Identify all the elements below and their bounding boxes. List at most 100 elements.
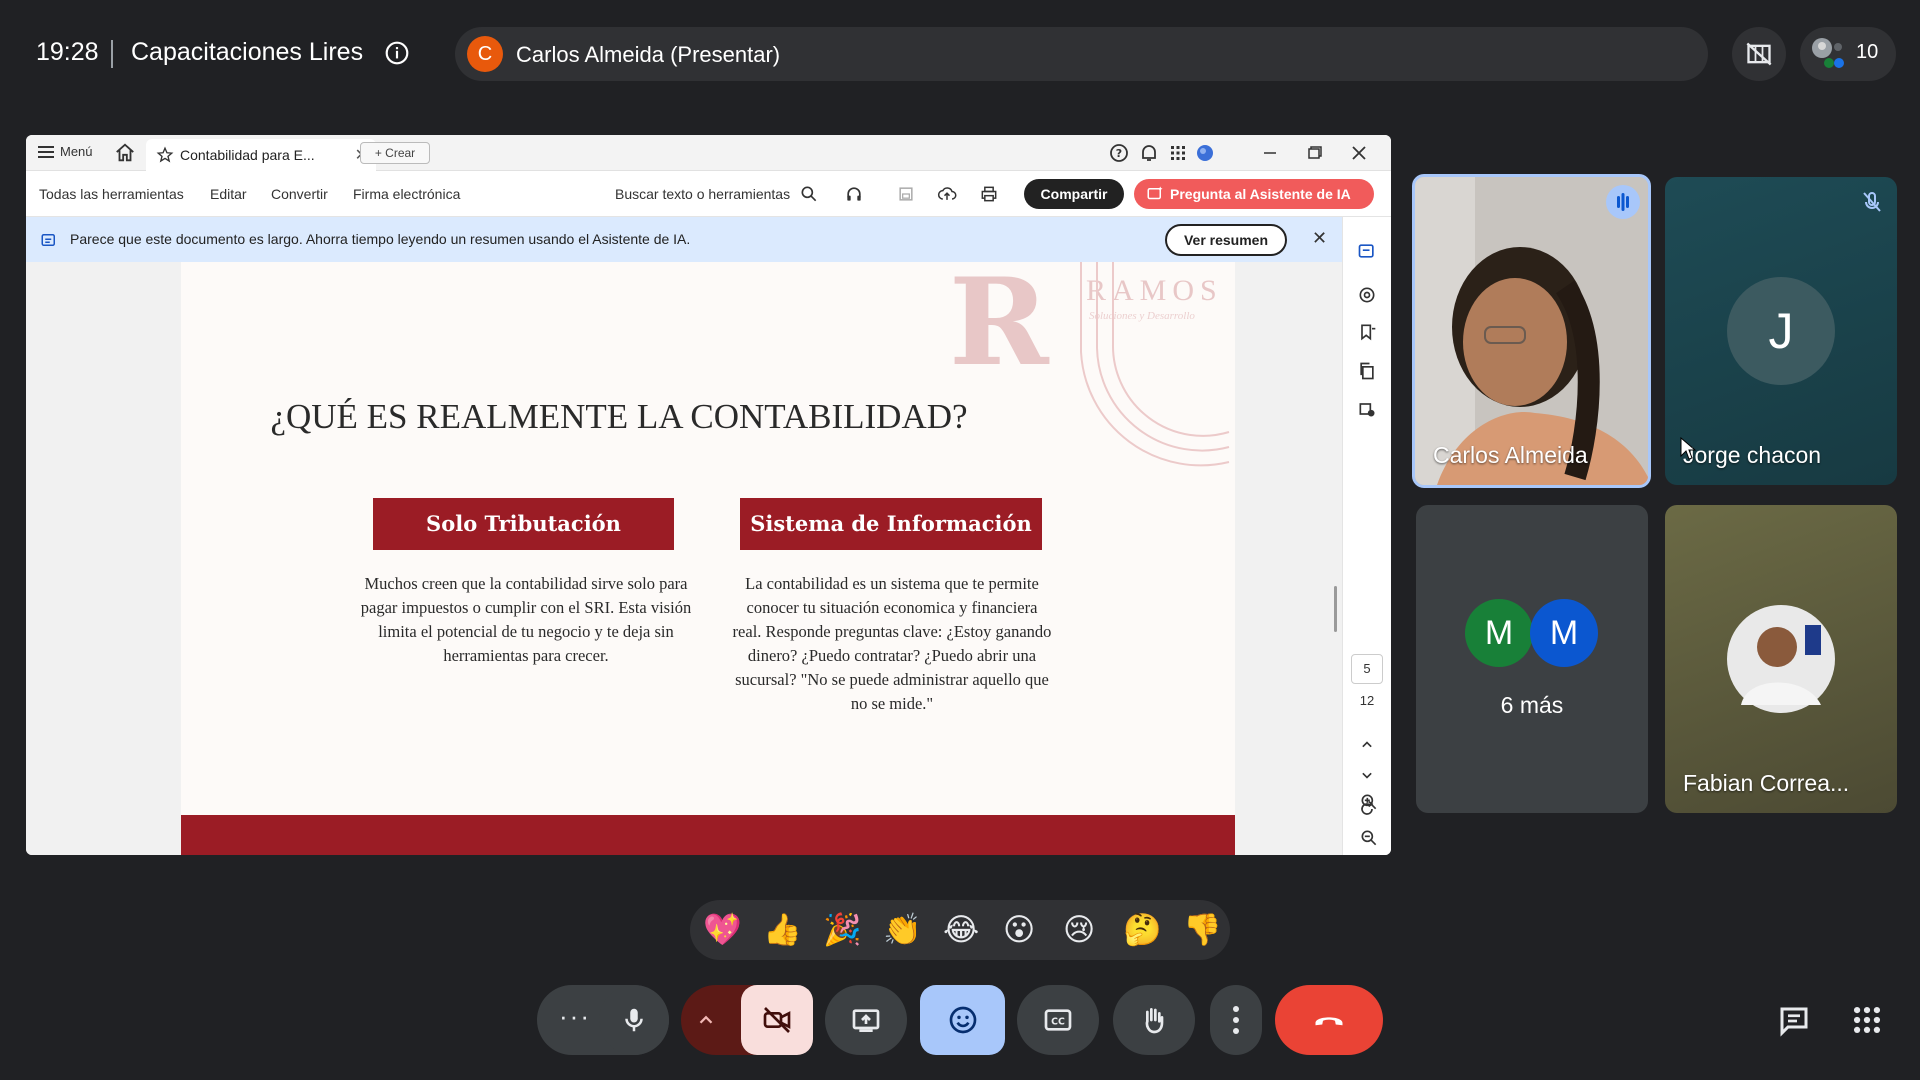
reaction-party[interactable]: 🎉 (823, 912, 862, 948)
camera-layout-button[interactable] (1732, 27, 1786, 81)
avatar: M (1465, 599, 1533, 667)
divider (111, 40, 113, 68)
menu-button[interactable]: Menú (38, 144, 93, 159)
info-icon[interactable] (384, 40, 410, 66)
participant-tile-fabian[interactable]: Fabian Correa... (1665, 505, 1897, 813)
create-button[interactable]: + Crear (360, 142, 430, 164)
summary-icon (41, 234, 55, 246)
decorative-arcs (1080, 262, 1230, 467)
zoom-in-icon[interactable] (1359, 792, 1379, 812)
chat-icon[interactable] (1776, 1003, 1812, 1039)
chevron-up-icon[interactable] (1357, 735, 1377, 755)
present-screen-button[interactable] (825, 985, 907, 1055)
right-heading: Sistema de Información (740, 498, 1042, 550)
menu-convert[interactable]: Convertir (271, 186, 328, 202)
comment-icon[interactable] (1357, 285, 1377, 305)
headphones-icon[interactable] (844, 184, 864, 204)
view-summary-button[interactable]: Ver resumen (1165, 224, 1287, 256)
captions-button[interactable]: CC (1017, 985, 1099, 1055)
reactions-button[interactable] (920, 985, 1005, 1055)
participant-name: Carlos Almeida (1433, 442, 1588, 468)
mic-icon (625, 1008, 643, 1032)
minimize-icon[interactable] (1258, 141, 1282, 165)
left-heading: Solo Tributación (373, 498, 674, 550)
ai-assistant-label: Pregunta al Asistente de IA (1170, 186, 1351, 202)
ai-assistant-button[interactable]: Pregunta al Asistente de IA (1134, 179, 1374, 209)
camera-off-icon (763, 1007, 791, 1033)
more-participants-tile[interactable]: M M 6 más (1416, 505, 1648, 813)
home-icon[interactable] (114, 142, 136, 164)
total-pages: 12 (1359, 693, 1375, 708)
share-button[interactable]: Compartir (1024, 179, 1124, 209)
more-participants-label: 6 más (1500, 692, 1564, 718)
print-icon[interactable] (979, 184, 999, 204)
mic-button[interactable] (599, 985, 669, 1055)
mic-muted-icon (1855, 185, 1889, 219)
activities-grid-icon[interactable] (1850, 1003, 1884, 1037)
speaking-indicator-icon (1606, 185, 1640, 219)
upload-cloud-icon[interactable] (937, 184, 957, 204)
more-options-button[interactable] (1210, 985, 1262, 1055)
presenter-indicator[interactable]: C Carlos Almeida (Presentar) (455, 27, 1708, 81)
end-call-button[interactable] (1275, 985, 1383, 1055)
document-tab-label: Contabilidad para E... (180, 147, 315, 163)
banner-close-icon[interactable]: ✕ (1312, 228, 1327, 249)
slide-page: R RAMOS Soluciones y Desarrollo ¿QUÉ ES … (181, 262, 1235, 855)
hamburger-icon (38, 145, 54, 158)
ai-summary-icon[interactable] (1357, 241, 1377, 261)
slide-footer-band (181, 815, 1235, 855)
participants-button[interactable]: 10 (1800, 27, 1896, 81)
svg-text:CC: CC (1051, 1017, 1065, 1028)
avatar: M (1530, 599, 1598, 667)
hang-up-icon (1315, 1017, 1343, 1026)
close-window-icon[interactable] (1347, 141, 1371, 165)
search-icon[interactable] (799, 184, 819, 204)
search-tools[interactable]: Buscar texto o herramientas (615, 186, 790, 202)
reaction-heart[interactable]: 💖 (703, 912, 742, 948)
camera-toggle-button[interactable] (741, 985, 813, 1055)
menu-esign[interactable]: Firma electrónica (353, 186, 460, 202)
more-audio-dots-icon: ··· (559, 1001, 591, 1031)
star-icon[interactable] (156, 146, 174, 164)
bell-icon[interactable] (1137, 141, 1161, 165)
apps-grid-icon[interactable] (1166, 141, 1190, 165)
presenter-label: Carlos Almeida (Presentar) (516, 42, 781, 67)
right-tool-rail: 5 12 (1342, 217, 1391, 855)
restore-icon[interactable] (1302, 141, 1326, 165)
participant-name: Fabian Correa... (1683, 770, 1850, 796)
reaction-thumbs-up[interactable]: 👍 (763, 912, 802, 948)
participant-tile-jorge[interactable]: J Jorge chacon (1665, 177, 1897, 485)
participant-tile-carlos[interactable]: Carlos Almeida (1412, 174, 1651, 488)
reaction-thinking[interactable]: 🤔 (1123, 912, 1162, 948)
reaction-clap[interactable]: 👏 (883, 912, 922, 948)
reaction-laugh[interactable]: 😂 (943, 912, 979, 948)
protect-icon[interactable] (1357, 399, 1377, 419)
vertical-scrollbar[interactable] (1334, 586, 1337, 632)
zoom-out-icon[interactable] (1359, 828, 1379, 848)
help-icon[interactable]: ? (1107, 141, 1131, 165)
reaction-thumbs-down[interactable]: 👎 (1183, 912, 1222, 948)
no-video-grid-icon (1746, 42, 1772, 66)
present-icon (852, 1009, 880, 1032)
svg-text:?: ? (1116, 147, 1122, 160)
chevron-down-icon[interactable] (1357, 765, 1377, 785)
save-icon[interactable] (896, 184, 916, 204)
document-tab[interactable]: Contabilidad para E... ✕ (146, 139, 376, 171)
ai-sparkle-icon (1147, 186, 1163, 200)
raise-hand-button[interactable] (1113, 985, 1195, 1055)
reaction-sad[interactable]: 😢 (1063, 912, 1095, 948)
reaction-surprised[interactable]: 😮 (1003, 912, 1035, 948)
logo-letter: R (949, 262, 1049, 393)
menu-edit[interactable]: Editar (210, 186, 247, 202)
current-page-input[interactable]: 5 (1351, 654, 1383, 684)
top-bar: 19:28 Capacitaciones Lires C Carlos Alme… (0, 0, 1920, 108)
raise-hand-icon (1145, 1008, 1164, 1034)
audio-options-button[interactable]: ··· (537, 985, 669, 1055)
bookmark-icon[interactable] (1357, 322, 1377, 342)
menu-all-tools[interactable]: Todas las herramientas (39, 186, 184, 202)
document-viewer[interactable]: R RAMOS Soluciones y Desarrollo ¿QUÉ ES … (26, 262, 1342, 855)
app-toolbar: Todas las herramientas Editar Convertir … (26, 171, 1391, 217)
profile-globe-icon[interactable] (1193, 141, 1217, 165)
camera-options-button[interactable] (681, 985, 813, 1055)
copy-pages-icon[interactable] (1357, 361, 1377, 381)
